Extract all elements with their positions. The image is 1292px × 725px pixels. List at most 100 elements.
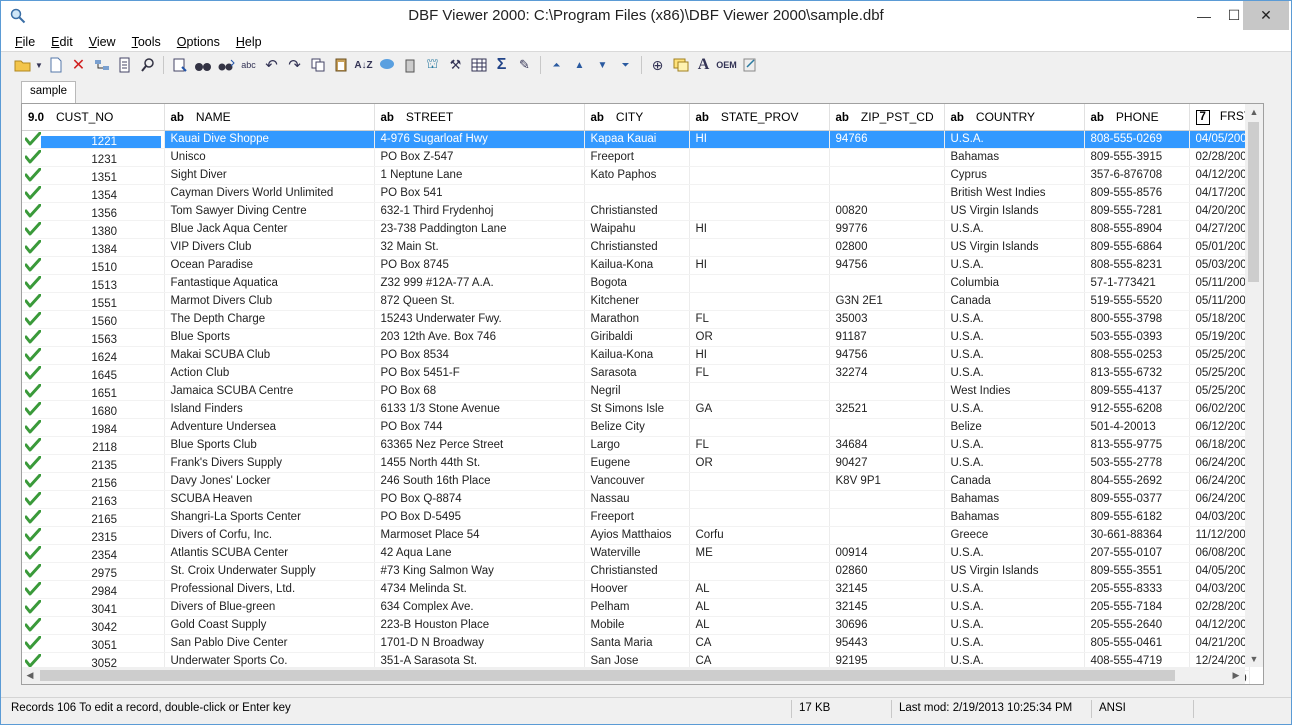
table-row[interactable]: 1645 Action Club PO Box 5451-F Sarasota FL 32… [22,364,1250,383]
cell-state-prov[interactable]: Corfu [689,526,830,545]
cell-country[interactable]: U.S.A. [944,346,1085,365]
cell-cust-no[interactable]: 2975 [22,562,165,581]
cell-street[interactable]: 23-738 Paddington Lane [374,220,585,239]
cell-street[interactable]: PO Box 541 [374,184,585,203]
cell-state-prov[interactable] [689,184,830,203]
cell-street[interactable]: 872 Queen St. [374,292,585,311]
scroll-right-icon[interactable]: ▶ [1228,667,1244,684]
cell-country[interactable]: U.S.A. [944,436,1085,455]
cell-city[interactable]: Negril [584,382,690,401]
cell-street[interactable]: 15243 Underwater Fwy. [374,310,585,329]
cell-state-prov[interactable]: OR [689,328,830,347]
cell-phone[interactable]: 357-6-876708 [1084,166,1190,185]
cell-name[interactable]: San Pablo Dive Center [164,634,375,653]
cell-name[interactable]: Jamaica SCUBA Centre [164,382,375,401]
table-row[interactable]: 1351 Sight Diver 1 Neptune Lane Kato Paphos… [22,166,1250,185]
cell-zip-pst-cd[interactable] [829,148,945,167]
cell-street[interactable]: 32 Main St. [374,238,585,257]
cell-zip-pst-cd[interactable]: 32145 [829,580,945,599]
cell-state-prov[interactable] [689,292,830,311]
cell-street[interactable]: #73 King Salmon Way [374,562,585,581]
cell-cust-no[interactable]: 1356 [22,202,165,221]
column-header-zip-pst-cd[interactable]: ab ZIP_PST_CD [829,104,945,131]
cell-street[interactable]: 203 12th Ave. Box 746 [374,328,585,347]
binoculars-icon[interactable] [191,54,214,76]
cell-phone[interactable]: 809-555-0377 [1084,490,1190,509]
cell-street[interactable]: 4734 Melinda St. [374,580,585,599]
brush-icon[interactable]: ✎ [513,54,536,76]
cell-zip-pst-cd[interactable] [829,508,945,527]
cell-phone[interactable]: 30-661-88364 [1084,526,1190,545]
cell-country[interactable]: U.S.A. [944,634,1085,653]
cell-country[interactable]: U.S.A. [944,364,1085,383]
cell-name[interactable]: Blue Sports Club [164,436,375,455]
cell-cust-no[interactable]: 2118 [22,436,165,455]
sum-icon[interactable]: Σ [490,54,513,76]
cell-country[interactable]: U.S.A. [944,400,1085,419]
cell-zip-pst-cd[interactable]: 94756 [829,256,945,275]
cell-frst[interactable]: 06/24/200 [1189,454,1250,473]
scroll-up-icon[interactable]: ▲ [1245,104,1263,120]
cell-frst[interactable]: 04/12/200 [1189,166,1250,185]
cell-city[interactable]: Christiansted [584,562,690,581]
cell-name[interactable]: SCUBA Heaven [164,490,375,509]
table-row[interactable]: 2118 Blue Sports Club 63365 Nez Perce Stre… [22,436,1250,455]
cell-phone[interactable]: 519-555-5520 [1084,292,1190,311]
cell-zip-pst-cd[interactable]: 95443 [829,634,945,653]
scroll-left-icon[interactable]: ◀ [22,667,38,684]
cell-street[interactable]: Z32 999 #12A-77 A.A. [374,274,585,293]
table-row[interactable]: 2354 Atlantis SCUBA Center 42 Aqua Lane Wat… [22,544,1250,563]
table-row[interactable]: 1984 Adventure Undersea PO Box 744 Belize C… [22,418,1250,437]
horizontal-scrollbar[interactable]: ◀ ▶ [22,667,1245,684]
cell-city[interactable]: Christiansted [584,238,690,257]
cell-name[interactable]: Shangri-La Sports Center [164,508,375,527]
notes-icon[interactable] [669,54,692,76]
cell-phone[interactable]: 503-555-2778 [1084,454,1190,473]
cell-country[interactable]: U.S.A. [944,580,1085,599]
cell-phone[interactable]: 503-555-0393 [1084,328,1190,347]
cell-state-prov[interactable]: HI [689,130,830,149]
cell-name[interactable]: Blue Jack Aqua Center [164,220,375,239]
data-grid[interactable]: 9.0 CUST_NO ab NAME ab STREET ab CITY ab STATE_PR… [21,103,1264,685]
cell-name[interactable]: Makai SCUBA Club [164,346,375,365]
cell-cust-no[interactable]: 1551 [22,292,165,311]
cell-phone[interactable]: 205-555-8333 [1084,580,1190,599]
cell-zip-pst-cd[interactable]: 32274 [829,364,945,383]
cell-country[interactable]: Canada [944,292,1085,311]
cell-city[interactable]: Kailua-Kona [584,346,690,365]
cell-street[interactable]: 246 South 16th Place [374,472,585,491]
cell-state-prov[interactable]: FL [689,310,830,329]
cell-state-prov[interactable]: FL [689,436,830,455]
cell-cust-no[interactable]: 1354 [22,184,165,203]
cell-name[interactable]: Tom Sawyer Diving Centre [164,202,375,221]
table-row[interactable]: 1563 Blue Sports 203 12th Ave. Box 746 Giri… [22,328,1250,347]
cell-street[interactable]: Marmoset Place 54 [374,526,585,545]
cell-phone[interactable]: 813-555-9775 [1084,436,1190,455]
cell-phone[interactable]: 808-555-8904 [1084,220,1190,239]
table-row[interactable]: 2135 Frank's Divers Supply 1455 North 44th… [22,454,1250,473]
table-row[interactable]: 3041 Divers of Blue-green 634 Complex Ave.… [22,598,1250,617]
find-next-icon[interactable] [214,54,237,76]
cell-state-prov[interactable]: ME [689,544,830,563]
cell-street[interactable]: 1 Neptune Lane [374,166,585,185]
cell-city[interactable]: Eugene [584,454,690,473]
cell-cust-no[interactable]: 1645 [22,364,165,383]
cell-frst[interactable]: 04/17/200 [1189,184,1250,203]
redo-icon[interactable]: ↷ [283,54,306,76]
cell-phone[interactable]: 809-555-8576 [1084,184,1190,203]
cell-city[interactable]: Belize City [584,418,690,437]
oem-icon[interactable]: OEM [715,54,738,76]
filter-icon[interactable] [113,54,136,76]
cell-cust-no[interactable]: 2156 [22,472,165,491]
cell-phone[interactable]: 809-555-6182 [1084,508,1190,527]
cell-phone[interactable]: 808-555-0269 [1084,130,1190,149]
cell-name[interactable]: Action Club [164,364,375,383]
cell-name[interactable]: Kauai Dive Shoppe [164,130,375,149]
cell-phone[interactable]: 804-555-2692 [1084,472,1190,491]
cell-zip-pst-cd[interactable]: 91187 [829,328,945,347]
cell-city[interactable]: Sarasota [584,364,690,383]
cell-frst[interactable]: 04/21/200 [1189,634,1250,653]
table-row[interactable]: 1380 Blue Jack Aqua Center 23-738 Paddingt… [22,220,1250,239]
cell-city[interactable]: Kapaa Kauai [584,130,690,149]
cell-street[interactable]: 4-976 Sugarloaf Hwy [374,130,585,149]
